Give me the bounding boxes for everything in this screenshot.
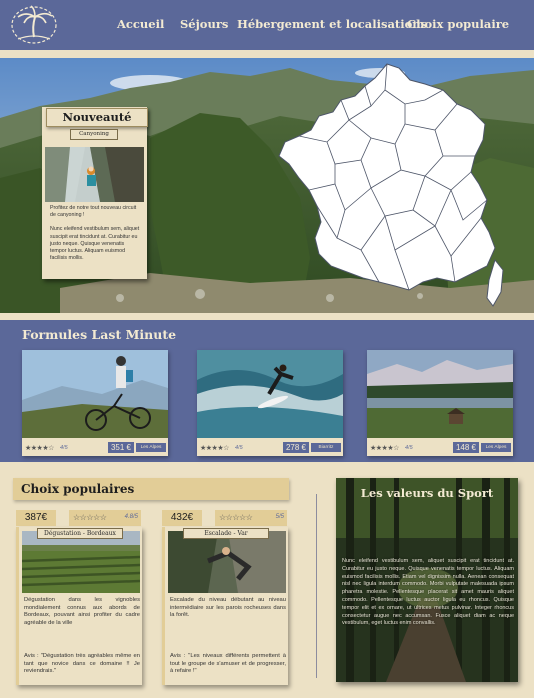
rating-value: 4/5 [405,445,413,451]
price-badge: 432€ [162,510,202,526]
price-badge: 278 € [283,442,309,453]
activity-review: Avis : "Les niveaux différents permetten… [170,653,286,675]
rating-stars: ★★★★☆ [25,445,54,452]
canyoning-photo [45,147,144,202]
rating-stars: ★★★★☆ [370,445,399,452]
rating-value: 5/5 [275,514,284,520]
rating-box: ☆☆☆☆☆ 5/5 [215,510,287,526]
section-divider [316,494,317,678]
france-regions-map[interactable] [275,60,515,310]
last-minute-title: Formules Last Minute [22,327,177,342]
rating-stars: ★★★★☆ [200,445,229,452]
new-activity-card[interactable]: Nouveauté Canyoning Profitez de notre to… [42,107,148,279]
price-badge: 148 € [453,442,479,453]
rating-value: 4.8/5 [124,514,138,520]
last-minute-card[interactable]: ★★★★☆ 4/5 148 € Les Alpes [367,350,513,456]
popular-card[interactable]: 387€ ☆☆☆☆☆ 4.8/5 Dégustation - Bordeaux … [16,510,142,685]
sport-values-title: Les valeurs du Sport [360,486,494,500]
nav-divider [0,50,534,58]
popular-card[interactable]: 432€ ☆☆☆☆☆ 5/5 Escalade - Var Escalade d… [162,510,288,685]
surfer-photo [197,350,343,438]
activity-description: Escalade du niveau débutant au niveau in… [170,597,286,619]
nav-item-sejours[interactable]: Séjours [180,17,228,31]
top-navbar: Accueil Séjours Hébergement et localisat… [0,0,534,50]
popular-card-body: Escalade - Var Escalade du niveau débuta… [162,527,288,685]
rating-value: 4/5 [60,445,68,451]
new-activity-tag: Canyoning [70,129,118,140]
climbing-photo [168,531,286,593]
vineyard-photo [22,531,140,593]
new-activity-text-body: Nunc eleifend vestibulum sem, aliquet su… [50,226,140,262]
location-badge: Les Alpes [481,443,511,452]
nav-item-choix-populaire[interactable]: Choix populaire [407,17,509,31]
new-activity-title: Nouveauté [46,108,148,127]
location-badge: Les Alpes [136,443,166,452]
last-minute-card[interactable]: ★★★★☆ 4/5 351 € Les Alpes [22,350,168,456]
price-badge: 351 € [108,442,134,453]
activity-tag: Dégustation - Bordeaux [37,528,123,539]
rating-stars: ☆☆☆☆☆ [73,513,107,522]
popular-title: Choix populaires [13,478,289,500]
last-minute-card[interactable]: ★★★★☆ 4/5 278 € Biarritz [197,350,343,456]
sport-values-panel: Les valeurs du Sport Nunc eleifend vesti… [336,478,518,682]
rating-value: 4/5 [235,445,243,451]
rating-box: ☆☆☆☆☆ 4.8/5 [69,510,141,526]
new-activity-description: Profitez de notre tout nouveau circuit d… [50,205,142,269]
rating-stars: ☆☆☆☆☆ [219,513,253,522]
palm-tree-logo[interactable] [8,3,60,47]
sport-values-text: Nunc eleifend vestibulum sem, aliquet su… [342,558,514,627]
activity-description: Dégustation dans les vignobles mondialem… [24,597,140,626]
nav-item-accueil[interactable]: Accueil [117,17,164,31]
alpine-lake-photo [367,350,513,438]
mountain-biker-photo [22,350,168,438]
price-badge: 387€ [16,510,56,526]
hero-divider [0,313,534,320]
activity-tag: Escalade - Var [183,528,269,539]
activity-review: Avis : "Dégustation très agréables même … [24,653,140,675]
location-badge: Biarritz [311,443,341,452]
popular-card-body: Dégustation - Bordeaux Dégustation dans … [16,527,142,685]
new-activity-text-intro: Profitez de notre tout nouveau circuit d… [50,205,137,219]
nav-item-hebergement[interactable]: Hébergement et localisations [237,17,427,31]
